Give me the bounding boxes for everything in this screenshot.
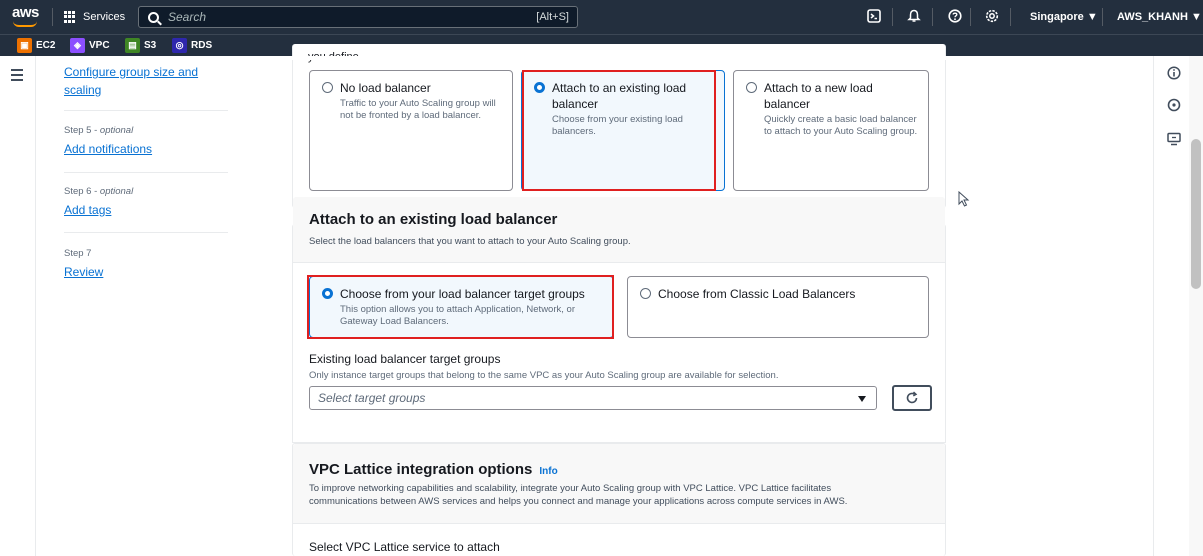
caret-down-icon [858, 396, 866, 402]
option-title: Choose from Classic Load Balancers [658, 287, 856, 301]
option-title: Choose from your load balancer target gr… [340, 287, 585, 301]
step-5-link[interactable]: Add notifications [64, 140, 152, 158]
target-groups-field-description: Only instance target groups that belong … [309, 370, 779, 381]
top-navigation-bar: aws Services Search [Alt+S] Singapore ▼ … [0, 0, 1203, 34]
radio-button [640, 288, 651, 299]
vpc-lattice-panel: VPC Lattice integration options Info To … [292, 443, 946, 556]
rds-icon: ◎ [172, 38, 187, 53]
favorite-s3[interactable]: ▤ S3 [125, 38, 156, 53]
nav-divider [1102, 8, 1103, 26]
nav-divider [970, 8, 971, 26]
services-label: Services [83, 11, 126, 23]
attach-existing-load-balancer-option[interactable]: Attach to an existing load balancer Choo… [521, 70, 725, 191]
scrollbar-thumb[interactable] [1191, 139, 1201, 289]
radio-button [322, 82, 333, 93]
section-description-line1: To improve networking capabilities and s… [309, 483, 832, 494]
option-description: Quickly create a basic load balancer to … [764, 114, 918, 137]
section-title: VPC Lattice integration options [309, 461, 533, 478]
classic-load-balancers-option[interactable]: Choose from Classic Load Balancers [627, 276, 929, 338]
nav-divider [932, 8, 933, 26]
favorite-label: VPC [89, 40, 110, 51]
nav-divider [1010, 8, 1011, 26]
step-4-link[interactable]: Configure group size and scaling [64, 63, 264, 99]
search-shortcut: [Alt+S] [536, 11, 569, 23]
search-placeholder: Search [168, 10, 207, 24]
account-menu[interactable]: AWS_KHANH ▼ [1117, 11, 1202, 23]
step-6-link[interactable]: Add tags [64, 201, 133, 219]
ec2-icon: ▣ [17, 38, 32, 53]
option-description: Traffic to your Auto Scaling group will … [340, 98, 496, 121]
no-load-balancer-option[interactable]: No load balancer Traffic to your Auto Sc… [309, 70, 513, 191]
select-placeholder: Select target groups [318, 391, 426, 405]
mouse-pointer-icon [958, 191, 970, 207]
step-5-label: Step 5 - optional [64, 125, 134, 136]
services-menu-button[interactable]: Services [64, 7, 125, 27]
radio-button-selected [322, 288, 333, 299]
radio-button [746, 82, 757, 93]
step-divider [64, 110, 228, 111]
aws-smile-icon [13, 21, 37, 27]
target-groups-option[interactable]: Choose from your load balancer target gr… [309, 276, 614, 338]
target-groups-field-label: Existing load balancer target groups [309, 352, 501, 366]
feedback-icon[interactable] [1167, 98, 1181, 112]
step-divider [64, 232, 228, 233]
favorite-label: RDS [191, 40, 213, 51]
step-7-label: Step 7 [64, 248, 92, 259]
search-input[interactable]: Search [Alt+S] [138, 6, 578, 28]
info-circle-icon[interactable] [1167, 66, 1181, 80]
favorite-rds[interactable]: ◎ RDS [172, 38, 212, 53]
panel-mask [292, 56, 946, 60]
option-title: Attach to a new load balancer [764, 81, 873, 111]
search-icon [148, 11, 159, 23]
menu-hamburger-icon[interactable] [11, 69, 23, 84]
step-divider [64, 172, 228, 173]
vpc-lattice-header: VPC Lattice integration options Info To … [293, 444, 945, 524]
radio-button-selected [534, 82, 545, 93]
target-groups-select[interactable]: Select target groups [309, 386, 877, 410]
attach-new-load-balancer-option[interactable]: Attach to a new load balancer Quickly cr… [733, 70, 929, 191]
option-title: Attach to an existing load balancer [552, 81, 687, 111]
notifications-bell-icon[interactable] [906, 9, 922, 25]
help-icon[interactable] [947, 9, 963, 25]
grid-icon [64, 11, 76, 23]
section-description-line2: communications between AWS services and … [309, 496, 848, 507]
cloudshell-icon[interactable] [866, 9, 882, 25]
section-description: Select the load balancers that you want … [309, 236, 631, 247]
left-divider [35, 56, 36, 556]
settings-gear-icon[interactable] [984, 9, 1000, 25]
option-title: No load balancer [340, 81, 431, 95]
info-link[interactable]: Info [539, 466, 557, 477]
refresh-button[interactable] [892, 385, 932, 411]
scrollbar-track[interactable] [1189, 56, 1203, 556]
vpc-lattice-field-label: Select VPC Lattice service to attach [309, 540, 500, 554]
favorite-vpc[interactable]: ◈ VPC [70, 38, 110, 53]
vpc-icon: ◈ [70, 38, 85, 53]
refresh-icon [906, 391, 918, 404]
section-title: Attach to an existing load balancer [309, 211, 558, 228]
option-description: This option allows you to attach Applica… [340, 304, 575, 327]
aws-logo[interactable]: aws [12, 4, 39, 27]
step-6-label: Step 6 - optional [64, 186, 134, 197]
existing-lb-header: Attach to an existing load balancer Sele… [293, 197, 945, 263]
aws-logo-text: aws [12, 4, 39, 21]
tutorial-panel-icon[interactable] [1167, 132, 1181, 146]
favorite-ec2[interactable]: ▣ EC2 [17, 38, 55, 53]
favorite-label: S3 [144, 40, 157, 51]
nav-divider [892, 8, 893, 26]
nav-divider [52, 8, 53, 26]
option-description: Choose from your existing load balancers… [552, 114, 683, 137]
step-4-link-line1: Configure group size and [64, 65, 199, 79]
step-7-link[interactable]: Review [64, 263, 103, 281]
favorite-label: EC2 [36, 40, 56, 51]
s3-icon: ▤ [125, 38, 140, 53]
region-selector[interactable]: Singapore ▼ [1030, 11, 1098, 23]
step-4-link-line2: scaling [64, 83, 102, 97]
